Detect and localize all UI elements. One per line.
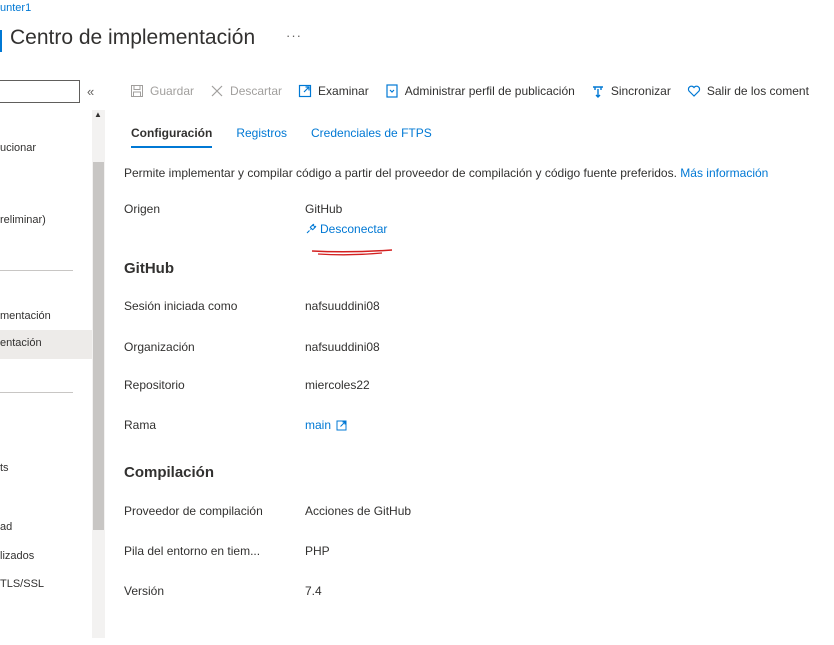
sidebar-item[interactable]: reliminar) — [0, 214, 46, 226]
collapse-sidebar-button[interactable]: « — [87, 84, 94, 99]
github-section-heading: GitHub — [124, 260, 174, 277]
save-button[interactable]: Guardar — [130, 84, 194, 98]
sidebar-divider — [0, 270, 73, 271]
branch-link[interactable]: main — [305, 418, 347, 432]
origin-value: GitHub — [305, 202, 343, 216]
build-section-heading: Compilación — [124, 464, 215, 481]
runtime-stack-label: Pila del entorno en tiem... — [124, 544, 261, 558]
repository-value: miercoles22 — [305, 378, 370, 392]
breadcrumb[interactable]: unter1 — [0, 2, 31, 14]
branch-label: Rama — [124, 418, 157, 432]
more-info-link[interactable]: Más información — [680, 166, 768, 180]
command-bar: Guardar Descartar Examinar Administrar p… — [130, 84, 825, 98]
more-options-button[interactable]: ··· — [286, 28, 302, 43]
sidebar-search-input[interactable] — [0, 80, 80, 103]
sync-button[interactable]: Sincronizar — [591, 84, 671, 98]
tab-credenciales-ftps[interactable]: Credenciales de FTPS — [311, 126, 432, 148]
organization-label: Organización — [124, 340, 195, 354]
manage-publish-profile-label: Administrar perfil de publicación — [404, 84, 575, 98]
sidebar-item[interactable]: TLS/SSL — [0, 578, 44, 590]
build-provider-label: Proveedor de compilación — [124, 504, 263, 518]
save-label: Guardar — [150, 84, 195, 98]
signed-in-as-value: nafsuuddini08 — [305, 299, 380, 313]
repository-label: Repositorio — [124, 378, 185, 392]
disconnect-plug-icon — [306, 223, 317, 234]
browse-button[interactable]: Examinar — [298, 84, 369, 98]
save-icon — [131, 85, 143, 97]
signed-in-as-label: Sesión iniciada como — [124, 299, 238, 313]
branch-value: main — [305, 418, 332, 432]
sync-label: Sincronizar — [610, 84, 671, 98]
sidebar-item[interactable]: mentación — [0, 310, 51, 322]
feedback-label: Salir de los coment — [706, 84, 809, 98]
title-accent-bar — [0, 30, 2, 52]
browse-label: Examinar — [318, 84, 369, 98]
publish-profile-icon — [386, 84, 398, 98]
sidebar-item-active[interactable]: entación — [0, 330, 92, 359]
discard-label: Descartar — [230, 84, 283, 98]
disconnect-link[interactable]: Desconectar — [305, 222, 387, 236]
feedback-button[interactable]: Salir de los coment — [687, 84, 809, 98]
sidebar-item[interactable]: ucionar — [0, 142, 36, 154]
open-external-icon — [336, 420, 347, 430]
open-external-icon — [298, 84, 312, 98]
organization-value: nafsuuddini08 — [305, 340, 380, 354]
sidebar-item[interactable]: ad — [0, 521, 12, 533]
sidebar-scrollbar-thumb[interactable] — [93, 162, 104, 530]
disconnect-label: Desconectar — [320, 222, 388, 236]
discard-button[interactable]: Descartar — [210, 84, 282, 98]
tab-configuracion[interactable]: Configuración — [131, 126, 213, 148]
page-title: Centro de implementación — [10, 26, 256, 49]
runtime-stack-value: PHP — [305, 544, 330, 558]
tab-registros[interactable]: Registros — [236, 126, 287, 148]
sidebar-divider — [0, 392, 73, 393]
close-icon — [211, 85, 223, 97]
sync-icon — [592, 86, 603, 98]
scroll-up-arrow-icon[interactable]: ▲ — [94, 110, 102, 119]
sidebar-item[interactable]: ts — [0, 462, 9, 474]
version-value: 7.4 — [305, 584, 322, 598]
build-provider-value: Acciones de GitHub — [305, 504, 412, 518]
description: Permite implementar y compilar código a … — [124, 166, 768, 180]
red-annotation-underline — [311, 249, 393, 256]
description-text: Permite implementar y compilar código a … — [124, 166, 677, 180]
origin-label: Origen — [124, 202, 161, 216]
tab-bar: Configuración Registros Credenciales de … — [131, 126, 456, 148]
heart-icon — [687, 85, 700, 97]
version-label: Versión — [124, 584, 165, 598]
manage-publish-profile-button[interactable]: Administrar perfil de publicación — [385, 84, 575, 98]
sidebar-item[interactable]: lizados — [0, 550, 34, 562]
